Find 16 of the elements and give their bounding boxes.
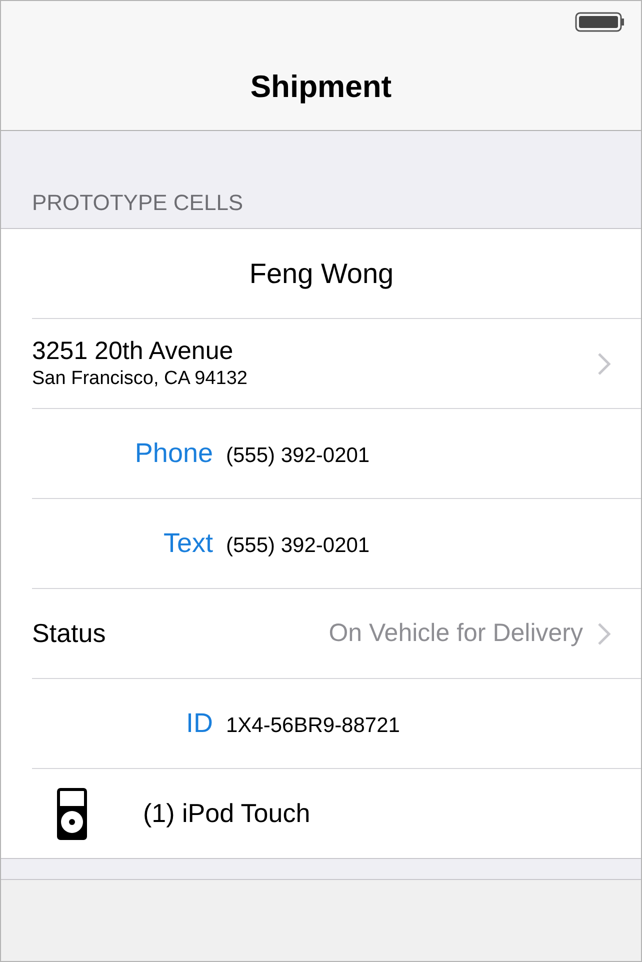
product-text: (1) iPod Touch bbox=[143, 798, 310, 829]
field-label: Phone bbox=[134, 438, 213, 469]
status-value: On Vehicle for Delivery bbox=[328, 619, 583, 648]
status-label: Status bbox=[32, 618, 107, 649]
field-label: Text bbox=[162, 528, 213, 559]
field-value: 1X4-56BR9-88721 bbox=[226, 714, 400, 738]
battery-icon bbox=[575, 12, 625, 32]
field-value: (555) 392-0201 bbox=[226, 444, 370, 468]
field-label: ID bbox=[185, 708, 213, 739]
recipient-name: Feng Wong bbox=[248, 258, 395, 290]
field-value: (555) 392-0201 bbox=[226, 534, 370, 558]
address-line: 3251 20th Avenue bbox=[32, 337, 234, 366]
media-player-icon bbox=[57, 788, 87, 840]
section-header: PROTOTYPE CELLS bbox=[32, 190, 244, 216]
navigation-title: Shipment bbox=[250, 69, 392, 105]
address-line: San Francisco, CA 94132 bbox=[32, 368, 248, 390]
